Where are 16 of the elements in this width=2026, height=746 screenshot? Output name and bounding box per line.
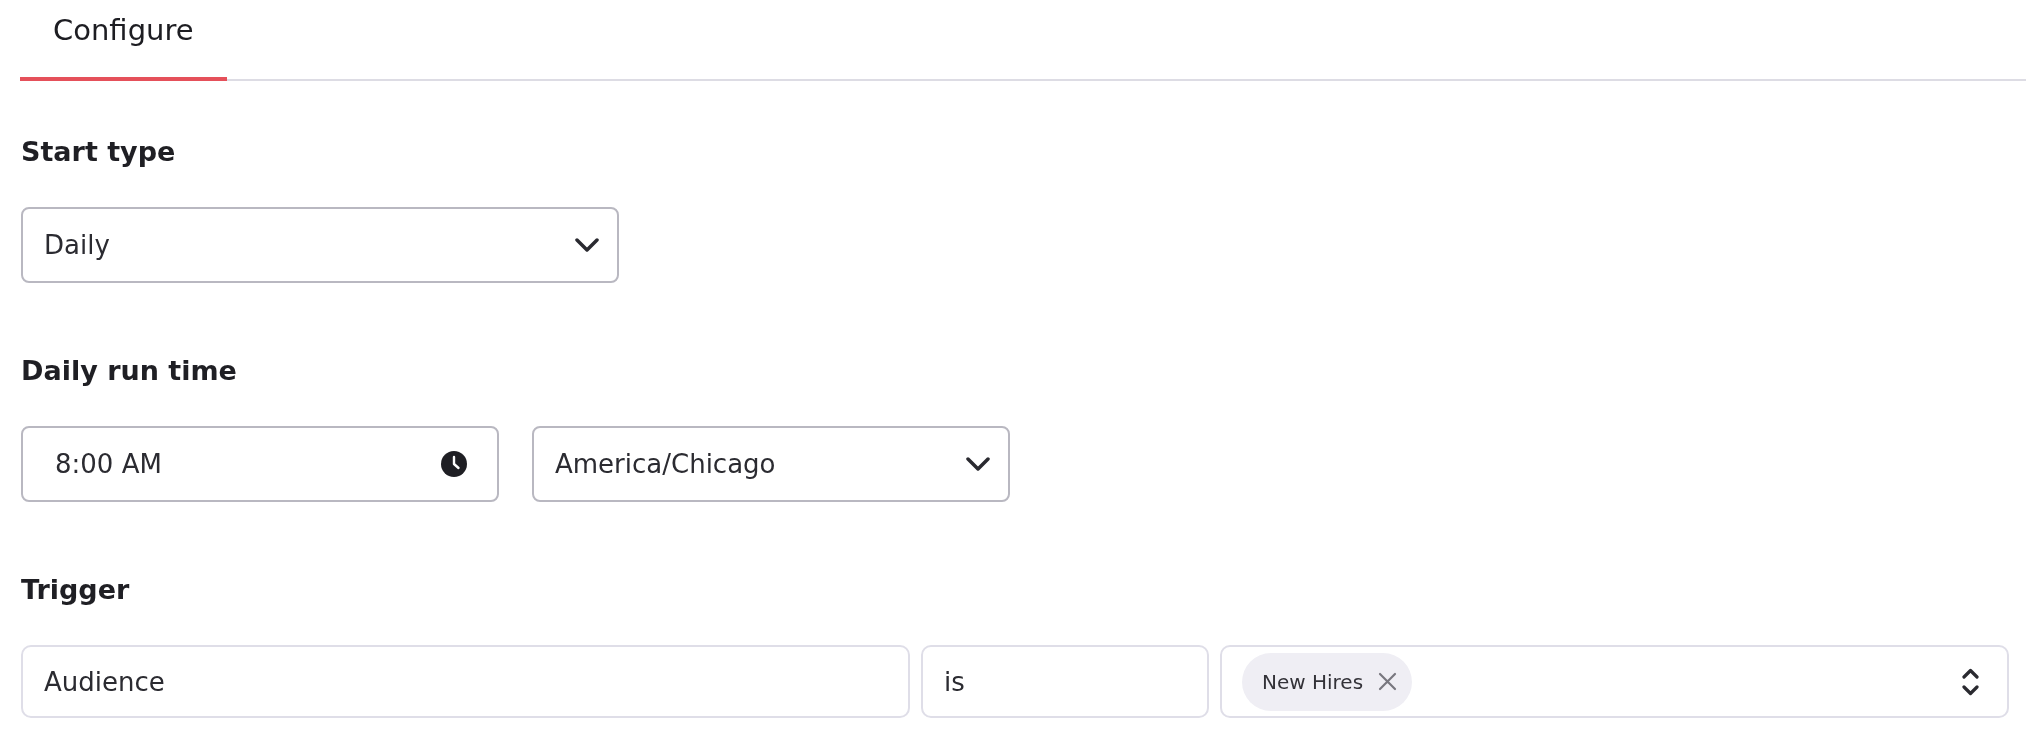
close-icon[interactable] (1378, 672, 1398, 691)
input-field[interactable]: is (921, 645, 1209, 718)
chevron-down-icon (966, 457, 990, 471)
section-label: Trigger (21, 573, 131, 607)
input-field[interactable]: Audience (21, 645, 910, 718)
time-input[interactable]: 8:00 AM (21, 426, 499, 502)
dropdown[interactable]: Daily (21, 207, 619, 283)
tag-chip[interactable]: New Hires (1242, 652, 1413, 711)
chevron-down-icon (575, 238, 599, 252)
dropdown[interactable]: America/Chicago (532, 426, 1010, 502)
section-label: Daily run time (21, 354, 238, 388)
section-label: Start type (21, 135, 177, 169)
multiselect-field[interactable]: New Hires (1220, 645, 2009, 718)
tab[interactable]: Configure (20, 0, 227, 81)
clock-icon (441, 451, 467, 477)
chevron-up-down-icon (1962, 667, 1979, 696)
